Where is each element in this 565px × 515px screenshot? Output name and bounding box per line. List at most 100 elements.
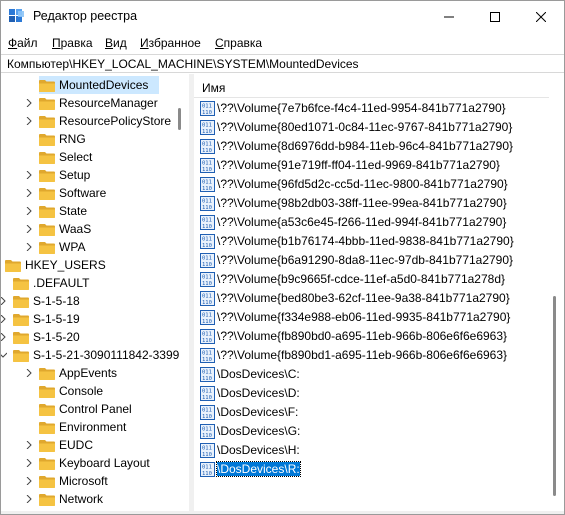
tree-item[interactable]: Software xyxy=(25,184,106,202)
expand-arrow-icon[interactable] xyxy=(25,225,33,233)
value-row[interactable]: 011 110 \??\Volume{b6a91290-8da8-11ec-97… xyxy=(200,251,513,269)
tree-item[interactable]: .DEFAULT xyxy=(13,274,89,292)
menu-favorites[interactable]: Избранное xyxy=(140,36,201,50)
expand-arrow-icon[interactable] xyxy=(25,99,33,107)
tree-item-label: Select xyxy=(59,150,93,164)
menu-edit[interactable]: Правка xyxy=(52,36,93,50)
expand-arrow-icon[interactable] xyxy=(25,243,33,251)
expand-arrow-icon[interactable] xyxy=(1,297,7,305)
tree-item[interactable]: Select xyxy=(39,148,92,166)
tree-item[interactable]: WPA xyxy=(25,238,85,256)
value-row[interactable]: 011 110 \DosDevices\G: xyxy=(200,422,300,440)
expand-arrow-icon[interactable] xyxy=(25,369,33,377)
value-row[interactable]: 011 110 \??\Volume{a53c6e45-f266-11ed-99… xyxy=(200,213,506,231)
folder-icon xyxy=(39,493,55,506)
expand-arrow-icon[interactable] xyxy=(25,207,33,215)
folder-icon xyxy=(39,403,55,416)
tree-item[interactable]: WaaS xyxy=(25,220,91,238)
tree-scrollbar[interactable] xyxy=(173,74,187,514)
value-row[interactable]: 011 110 \DosDevices\C: xyxy=(200,365,300,383)
tree-item[interactable]: HKEY_USERS xyxy=(5,256,106,274)
address-path[interactable]: Компьютер\HKEY_LOCAL_MACHINE\SYSTEM\Moun… xyxy=(7,57,359,71)
tree-item[interactable]: ResourcePolicyStore xyxy=(25,112,171,130)
tree-item-label: S-1-5-21-3090111842-3399 xyxy=(33,348,180,362)
folder-icon xyxy=(39,97,55,110)
maximize-icon xyxy=(490,11,500,22)
value-row[interactable]: 011 110 \??\Volume{bed80be3-62cf-11ee-9a… xyxy=(200,289,510,307)
value-row[interactable]: 011 110 \??\Volume{b1b76174-4bbb-11ed-98… xyxy=(200,232,514,250)
value-row[interactable]: 011 110 \??\Volume{b9c9665f-cdce-11ef-a5… xyxy=(200,270,505,288)
value-row[interactable]: 011 110 \DosDevices\F: xyxy=(200,403,298,421)
menu-view[interactable]: Вид xyxy=(105,36,127,50)
window-title: Редактор реестра xyxy=(33,9,138,23)
tree-item[interactable]: Environment xyxy=(39,418,126,436)
expand-arrow-icon[interactable] xyxy=(25,189,33,197)
expand-arrow-icon[interactable] xyxy=(25,171,33,179)
menu-file[interactable]: Файл xyxy=(8,36,38,50)
svg-text:011: 011 xyxy=(202,331,212,337)
tree-item[interactable]: Setup xyxy=(25,166,90,184)
expand-arrow-icon[interactable] xyxy=(25,441,33,449)
value-name: \DosDevices\D: xyxy=(217,386,300,400)
folder-icon xyxy=(39,205,55,218)
menu-help-accelerator: С xyxy=(215,36,224,50)
expand-arrow-icon[interactable] xyxy=(25,495,33,503)
value-row[interactable]: 011 110 \??\Volume{fb890bd1-a695-11eb-96… xyxy=(200,346,507,364)
tree-item[interactable]: Microsoft xyxy=(25,472,108,490)
value-row[interactable]: 011 110 \??\Volume{f334e988-eb06-11ed-99… xyxy=(200,308,510,326)
tree-item[interactable]: ResourceManager xyxy=(25,94,158,112)
tree-item[interactable]: EUDC xyxy=(25,436,93,454)
expand-arrow-icon[interactable] xyxy=(25,477,33,485)
value-row[interactable]: 011 110 \DosDevices\R: xyxy=(200,460,301,478)
value-row[interactable]: 011 110 \??\Volume{80ed1071-0c84-11ec-97… xyxy=(200,118,512,136)
tree-item[interactable]: Keyboard Layout xyxy=(25,454,150,472)
values-scrollbar-thumb[interactable] xyxy=(553,296,556,496)
tree-item[interactable]: AppEvents xyxy=(25,364,117,382)
minimize-button[interactable] xyxy=(426,1,472,32)
column-header-name[interactable]: Имя xyxy=(194,74,549,98)
tree-scrollbar-thumb[interactable] xyxy=(178,108,181,130)
tree-item[interactable]: RNG xyxy=(39,130,86,148)
close-button[interactable] xyxy=(518,1,564,32)
folder-icon xyxy=(13,295,29,308)
tree-item[interactable]: Network xyxy=(25,490,103,508)
menu-edit-accelerator: П xyxy=(52,36,61,50)
column-header-label: Имя xyxy=(202,81,226,95)
menu-help[interactable]: Справка xyxy=(215,36,262,50)
expand-arrow-icon[interactable] xyxy=(1,333,7,341)
address-bar[interactable]: Компьютер\HKEY_LOCAL_MACHINE\SYSTEM\Moun… xyxy=(1,54,564,73)
value-row[interactable]: 011 110 \??\Volume{91e719ff-ff04-11ed-99… xyxy=(200,156,500,174)
maximize-button[interactable] xyxy=(472,1,518,32)
tree-item-label: RNG xyxy=(59,132,86,146)
tree-item[interactable]: S-1-5-18 xyxy=(1,292,80,310)
expand-arrow-icon[interactable] xyxy=(25,117,33,125)
svg-text:011: 011 xyxy=(202,445,212,451)
title-bar[interactable]: Редактор реестра xyxy=(1,1,564,32)
value-row[interactable]: 011 110 \??\Volume{7e7b6fce-f4c4-11ed-99… xyxy=(200,99,506,117)
value-row[interactable]: 011 110 \DosDevices\H: xyxy=(200,441,300,459)
value-row[interactable]: 011 110 \??\Volume{98b2db03-38ff-11ee-99… xyxy=(200,194,507,212)
binary-value-icon: 011 110 xyxy=(200,309,215,325)
value-name: \??\Volume{b1b76174-4bbb-11ed-9838-841b7… xyxy=(217,234,514,248)
value-row[interactable]: 011 110 \??\Volume{96fd5d2c-cc5d-11ec-98… xyxy=(200,175,508,193)
svg-text:011: 011 xyxy=(202,236,212,242)
tree-item[interactable]: S-1-5-19 xyxy=(1,310,80,328)
value-row[interactable]: 011 110 \??\Volume{fb890bd0-a695-11eb-96… xyxy=(200,327,507,345)
tree-item[interactable]: Console xyxy=(39,382,103,400)
value-row[interactable]: 011 110 \DosDevices\D: xyxy=(200,384,300,402)
values-scrollbar[interactable] xyxy=(548,74,562,514)
expand-arrow-icon[interactable] xyxy=(25,459,33,467)
expand-arrow-icon[interactable] xyxy=(1,315,7,323)
tree-item[interactable]: S-1-5-21-3090111842-3399 xyxy=(1,346,179,364)
values-list[interactable]: Имя 011 110 \??\Volume{7e7b6fce-f4c4-11e… xyxy=(194,74,564,514)
folder-icon xyxy=(39,79,55,92)
tree-item[interactable]: Control Panel xyxy=(39,400,132,418)
value-row[interactable]: 011 110 \??\Volume{8d6976dd-b984-11eb-96… xyxy=(200,137,513,155)
binary-value-icon: 011 110 xyxy=(200,195,215,211)
tree-item[interactable]: State xyxy=(25,202,87,220)
key-tree[interactable]: MountedDevices ResourceManager ResourceP… xyxy=(1,74,189,514)
binary-value-icon: 011 110 xyxy=(200,290,215,306)
tree-item[interactable]: MountedDevices xyxy=(39,76,159,94)
tree-item[interactable]: S-1-5-20 xyxy=(1,328,80,346)
collapse-arrow-icon[interactable] xyxy=(1,351,7,359)
